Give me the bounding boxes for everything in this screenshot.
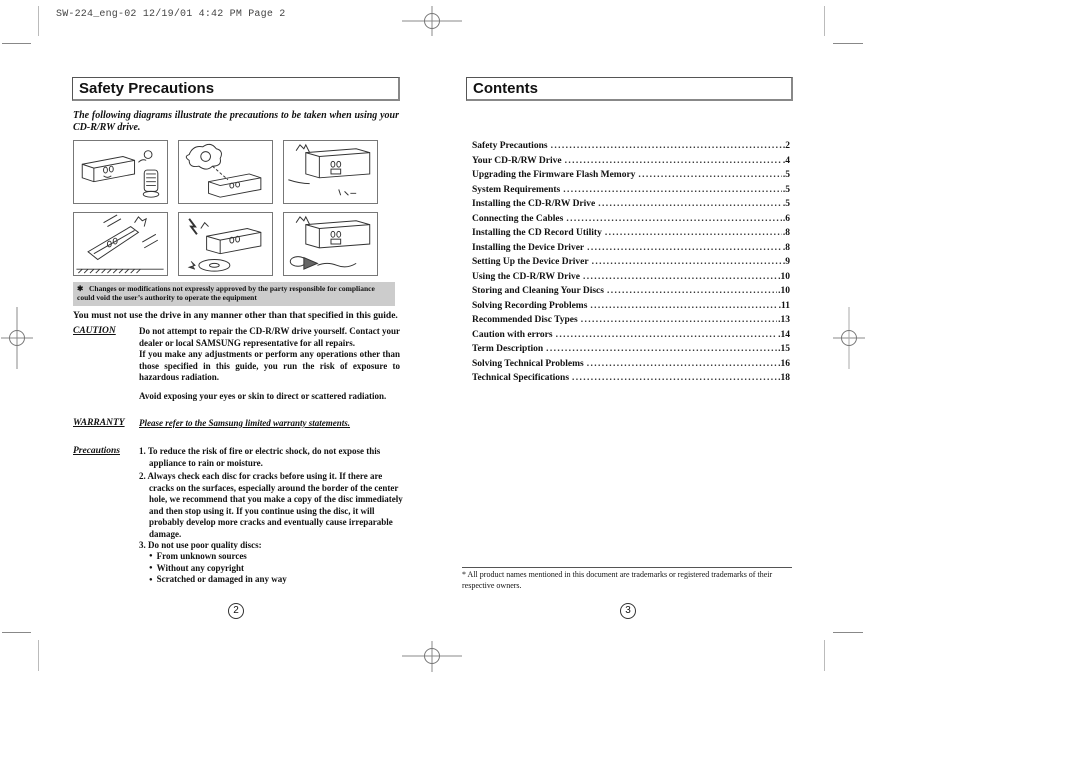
drive-liquid-spill-illustration [283, 212, 378, 276]
trademark-footnote: * All product names mentioned in this do… [462, 570, 773, 590]
toc-entry[interactable]: Your CD-R/RW Drive.4 [472, 154, 790, 169]
toc-entry[interactable]: Solving Recording Problems.11 [472, 299, 790, 314]
drive-in-sunlight-illustration [178, 140, 273, 204]
crop-mark [38, 6, 39, 36]
list-item: From unknown sources [149, 551, 389, 563]
caution-label: CAUTION [73, 326, 116, 336]
contents-title: Contents [466, 77, 793, 101]
caution-text-2: If you make any adjustments or perform a… [139, 349, 400, 382]
toc-entry[interactable]: Technical Specifications.18 [472, 371, 790, 386]
page-number-left: 2 [228, 603, 244, 619]
precautions-label: Precautions [73, 446, 120, 456]
caution-text-3: Avoid exposing your eyes or skin to dire… [139, 391, 387, 401]
precaution-item-2: 2. Always check each disc for cracks bef… [139, 471, 403, 539]
usage-statement: You must not use the drive in any manner… [73, 311, 398, 321]
safety-precautions-title: Safety Precautions [72, 77, 400, 101]
crop-mark [833, 43, 863, 44]
list-item: Without any copyright [149, 563, 389, 575]
crop-mark [38, 640, 39, 671]
warranty-link[interactable]: Please refer to the Samsung limited warr… [139, 418, 350, 428]
print-header: SW-224_eng-02 12/19/01 4:42 PM Page 2 [56, 9, 286, 20]
toc-entry[interactable]: Term Description.15 [472, 342, 790, 357]
poor-quality-disc-list: From unknown sources Without any copyrig… [149, 551, 389, 586]
table-of-contents: Safety Precautions.2 Your CD-R/RW Drive.… [472, 139, 790, 386]
toc-entry[interactable]: System Requirements.5 [472, 183, 790, 198]
toc-entry[interactable]: Connecting the Cables.6 [472, 212, 790, 227]
toc-entry[interactable]: Using the CD-R/RW Drive.10 [472, 270, 790, 285]
toc-entry[interactable]: Installing the Device Driver.8 [472, 241, 790, 256]
intro-text: The following diagrams illustrate the pr… [73, 110, 399, 133]
registration-mark-icon [833, 307, 865, 369]
compliance-notice: ✱ Changes or modifications not expressly … [73, 282, 395, 306]
toc-entry[interactable]: Installing the CD Record Utility.8 [472, 226, 790, 241]
toc-entry[interactable]: Recommended Disc Types.13 [472, 313, 790, 328]
asterisk-icon: ✱ [77, 284, 84, 293]
toc-entry[interactable]: Storing and Cleaning Your Discs.10 [472, 284, 790, 299]
drive-disc-broken-illustration [178, 212, 273, 276]
toc-entry[interactable]: Setting Up the Device Driver.9 [472, 255, 790, 270]
registration-mark-icon [402, 6, 462, 36]
drive-disassembly-illustration [283, 140, 378, 204]
precaution-item-1: 1. To reduce the risk of fire or electri… [139, 446, 381, 468]
warranty-label: WARRANTY [73, 418, 125, 428]
compliance-notice-text: Changes or modifications not expressly a… [77, 284, 375, 302]
crop-mark [833, 632, 863, 633]
crop-mark [2, 632, 31, 633]
crop-mark [2, 43, 31, 44]
registration-mark-icon [1, 307, 33, 369]
registration-mark-icon [402, 641, 462, 672]
crop-mark [824, 640, 825, 671]
page-number-right: 3 [620, 603, 636, 619]
drive-dropped-illustration [73, 212, 168, 276]
toc-entry[interactable]: Safety Precautions.2 [472, 139, 790, 154]
caution-text-1: Do not attempt to repair the CD-R/RW dri… [139, 326, 400, 348]
drive-near-heater-illustration [73, 140, 168, 204]
toc-entry[interactable]: Installing the CD-R/RW Drive.5 [472, 197, 790, 212]
precaution-item-3: 3. Do not use poor quality discs: [139, 540, 262, 550]
footnote-divider [462, 567, 792, 568]
toc-entry[interactable]: Caution with errors.14 [472, 328, 790, 343]
toc-entry[interactable]: Solving Technical Problems.16 [472, 357, 790, 372]
crop-mark [824, 6, 825, 36]
list-item: Scratched or damaged in any way [149, 574, 389, 586]
toc-entry[interactable]: Upgrading the Firmware Flash Memory.5 [472, 168, 790, 183]
